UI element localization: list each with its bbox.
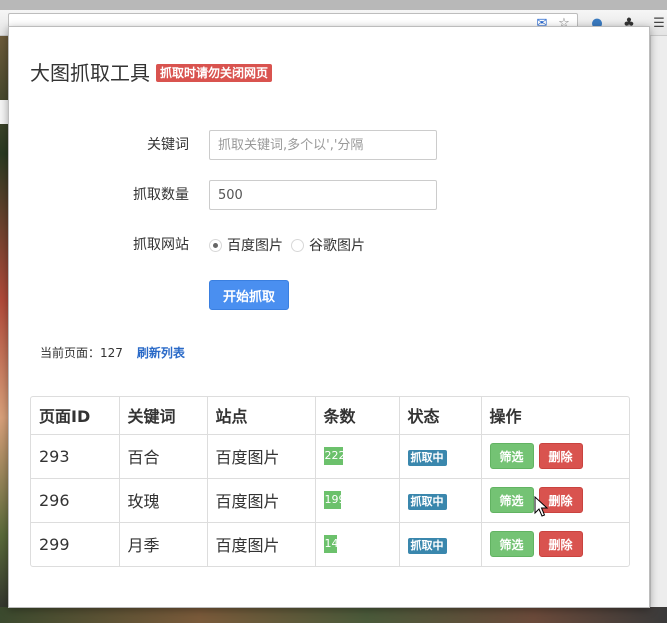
status-badge: 抓取中 <box>407 538 447 555</box>
table-row: 293 百合 百度图片 222/500 抓取中 筛选 删除 <box>31 434 629 479</box>
title-row: 大图抓取工具 抓取时请勿关闭网页 <box>30 57 273 86</box>
menu-icon[interactable]: ☰ <box>650 14 667 32</box>
refresh-list-link[interactable]: 刷新列表 <box>137 344 185 361</box>
header-keyword: 关键词 <box>119 397 208 435</box>
count-row: 抓取数量 <box>9 180 651 210</box>
site-option-label: 谷歌图片 <box>309 238 365 254</box>
site-label: 抓取网站 <box>133 237 189 253</box>
cell-site: 百度图片 <box>207 522 316 566</box>
cell-count: 199/500 <box>315 478 400 523</box>
cell-status: 抓取中 <box>399 522 482 566</box>
header-status: 状态 <box>399 397 482 435</box>
progress-bar: 199/500 <box>323 491 368 509</box>
status-badge: 抓取中 <box>407 494 447 510</box>
site-option-label: 百度图片 <box>227 238 283 254</box>
current-page-value: 127 <box>100 345 123 360</box>
header-actions: 操作 <box>481 397 629 435</box>
cell-actions: 筛选 删除 <box>481 478 629 523</box>
table-row: 299 月季 百度图片 149/500 抓取中 筛选 删除 <box>31 522 629 566</box>
delete-button[interactable]: 删除 <box>538 531 583 558</box>
header-page-id: 页面ID <box>31 397 120 435</box>
header-site: 站点 <box>207 397 316 435</box>
warning-badge: 抓取时请勿关闭网页 <box>156 64 273 82</box>
count-label: 抓取数量 <box>133 187 189 203</box>
mouse-pointer-icon <box>534 496 549 517</box>
start-button[interactable]: 开始抓取 <box>209 280 289 310</box>
cell-site: 百度图片 <box>207 478 316 523</box>
radio-checked-icon[interactable] <box>209 238 222 252</box>
keyword-row: 关键词 <box>9 130 651 160</box>
progress-bar: 149/500 <box>323 535 368 554</box>
status-badge: 抓取中 <box>407 450 447 466</box>
cell-page-id: 293 <box>31 434 120 479</box>
keyword-input[interactable] <box>209 130 437 160</box>
cell-page-id: 296 <box>31 478 120 523</box>
cell-keyword: 月季 <box>119 522 208 566</box>
count-input[interactable] <box>209 180 437 210</box>
popup-title: 大图抓取工具 <box>30 61 150 85</box>
cell-actions: 筛选 删除 <box>481 434 629 479</box>
extension-popup: 大图抓取工具 抓取时请勿关闭网页 关键词 抓取数量 抓取网站 百度图片 谷歌图片… <box>8 26 650 608</box>
cell-keyword: 百合 <box>119 434 208 479</box>
current-page-label: 当前页面： <box>40 346 101 360</box>
cell-keyword: 玫瑰 <box>119 478 208 523</box>
cell-actions: 筛选 删除 <box>481 522 629 566</box>
site-radio-group: 百度图片 谷歌图片 <box>209 235 373 255</box>
progress-text: 149/500 <box>324 537 368 551</box>
background-image-strip-bottom <box>0 607 667 623</box>
progress-text: 199/500 <box>324 493 368 506</box>
header-count: 条数 <box>315 397 400 435</box>
keyword-label: 关键词 <box>147 137 189 153</box>
site-row: 抓取网站 百度图片 谷歌图片 <box>9 230 651 260</box>
progress-bar: 222/500 <box>323 447 368 465</box>
cell-page-id: 299 <box>31 522 120 566</box>
filter-button[interactable]: 筛选 <box>489 487 534 513</box>
site-radio-baidu[interactable]: 百度图片 <box>209 235 283 255</box>
progress-text: 222/500 <box>324 449 368 462</box>
task-table: 页面ID 关键词 站点 条数 状态 操作 293 百合 百度图片 222/500… <box>30 396 630 567</box>
radio-unchecked-icon[interactable] <box>291 238 304 252</box>
background-scrollbar[interactable] <box>650 36 667 623</box>
page-info: 当前页面： 127 刷新列表 <box>40 344 185 361</box>
filter-button[interactable]: 筛选 <box>489 531 534 558</box>
cell-status: 抓取中 <box>399 478 482 523</box>
window-top-edge <box>0 0 667 10</box>
cell-count: 149/500 <box>315 522 400 566</box>
cell-site: 百度图片 <box>207 434 316 479</box>
cell-count: 222/500 <box>315 434 400 479</box>
delete-button[interactable]: 删除 <box>538 443 583 469</box>
table-header-row: 页面ID 关键词 站点 条数 状态 操作 <box>31 397 629 435</box>
cell-status: 抓取中 <box>399 434 482 479</box>
filter-button[interactable]: 筛选 <box>489 443 534 469</box>
site-radio-google[interactable]: 谷歌图片 <box>291 235 365 255</box>
